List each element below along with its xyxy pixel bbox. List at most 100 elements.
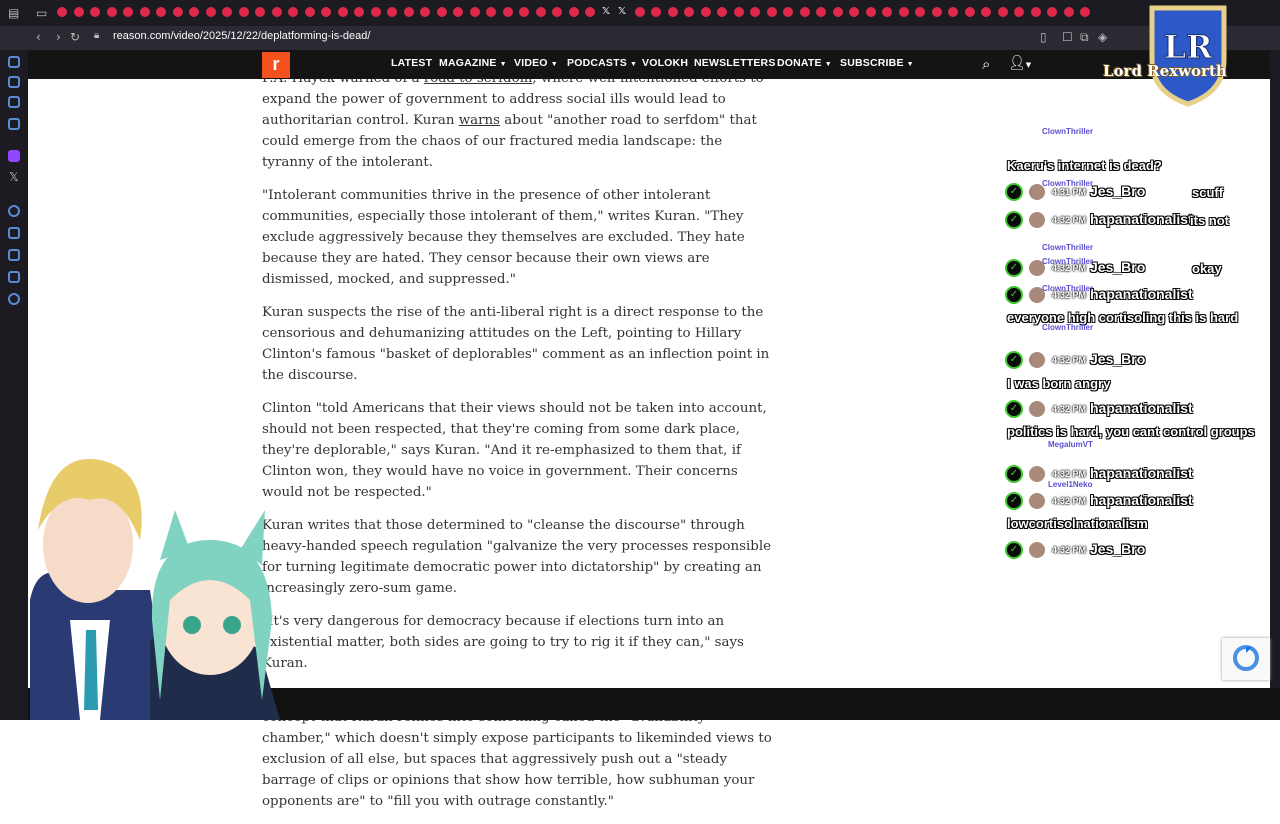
account-icon[interactable]: 👤︎▼ [1008, 55, 1031, 71]
pinned-tab-icon[interactable] [453, 7, 463, 17]
pinned-tab-icon[interactable] [74, 7, 84, 17]
pinned-tab-icon[interactable] [948, 7, 958, 17]
pinned-tab-icon[interactable] [206, 7, 216, 17]
nav-podcasts[interactable]: PODCASTS ▼ [567, 57, 637, 69]
pinned-tab-icon[interactable] [965, 7, 975, 17]
sidebar-x-icon[interactable]: 𝕏 [9, 170, 19, 184]
nav-newsletters[interactable]: NEWSLETTERS [694, 57, 776, 69]
pinned-tab-icon[interactable] [387, 7, 397, 17]
nav-video[interactable]: VIDEO ▼ [514, 57, 558, 69]
pinned-tab-icon[interactable] [932, 7, 942, 17]
pinned-tab-icon[interactable] [255, 7, 265, 17]
sidebar-tool-icon[interactable] [8, 205, 20, 217]
chat-username[interactable]: hapanationalist [1090, 286, 1193, 302]
sidebar-user-icon[interactable] [8, 76, 20, 88]
pinned-tab-icon[interactable] [288, 7, 298, 17]
x-tab-icon[interactable]: 𝕏 [602, 6, 612, 17]
pinned-tab-icon[interactable] [816, 7, 826, 17]
pinned-tab-icon[interactable] [404, 7, 414, 17]
pinned-tab-icon[interactable] [57, 7, 67, 17]
pinned-tab-icon[interactable] [486, 7, 496, 17]
pinned-tab-icon[interactable] [1064, 7, 1074, 17]
chat-username[interactable]: Jes_Bro [1090, 541, 1145, 557]
pinned-tab-icon[interactable] [536, 7, 546, 17]
pinned-tab-icon[interactable] [734, 7, 744, 17]
sidebar-play-icon[interactable] [8, 227, 20, 239]
nav-magazine[interactable]: MAGAZINE ▼ [439, 57, 507, 69]
reload-icon[interactable]: ↻ [70, 30, 80, 44]
pinned-tab-icon[interactable] [783, 7, 793, 17]
recaptcha-badge[interactable] [1222, 638, 1270, 680]
nav-donate[interactable]: DONATE ▼ [777, 57, 832, 69]
pinned-tab-icon[interactable] [420, 7, 430, 17]
url-field[interactable]: reason.com/video/2025/12/22/deplatformin… [113, 30, 370, 42]
pinned-tab-icon[interactable] [470, 7, 480, 17]
pinned-tab-icon[interactable] [156, 7, 166, 17]
pinned-tab-icon[interactable] [866, 7, 876, 17]
pinned-tab-icon[interactable] [717, 7, 727, 17]
pinned-tab-icon[interactable] [800, 7, 810, 17]
pinned-tab-icon[interactable] [239, 7, 249, 17]
nav-latest[interactable]: LATEST [391, 57, 432, 69]
sidebar-mail-icon[interactable] [8, 96, 20, 108]
pinned-tab-icon[interactable] [503, 7, 513, 17]
chat-username[interactable]: Jes_Bro [1090, 183, 1145, 199]
pinned-tab-icon[interactable] [90, 7, 100, 17]
nav-volokh[interactable]: VOLOKH [642, 57, 688, 69]
reader-icon[interactable]: ▯ [1040, 30, 1047, 44]
sidebar-home-icon[interactable] [8, 56, 20, 68]
chat-username[interactable]: hapanationalist [1090, 465, 1193, 481]
pinned-tab-icon[interactable] [140, 7, 150, 17]
reason-logo[interactable]: r [262, 52, 290, 78]
pinned-tab-icon[interactable] [1014, 7, 1024, 17]
pinned-tab-icon[interactable] [272, 7, 282, 17]
sidebar-ext-icon[interactable] [8, 271, 20, 283]
sidebar-twitch-icon[interactable] [8, 150, 20, 162]
pinned-tab-icon[interactable] [899, 7, 909, 17]
pinned-tab-icon[interactable] [701, 7, 711, 17]
pinned-tab-icon[interactable] [1080, 7, 1090, 17]
pinned-tab-icon[interactable] [173, 7, 183, 17]
bookmark-icon[interactable]: ☐ [1062, 30, 1073, 44]
pinned-tab-icon[interactable] [981, 7, 991, 17]
pinned-tab-icon[interactable] [371, 7, 381, 17]
scrollbar-track[interactable] [1270, 50, 1280, 720]
sidebar-app-icon[interactable] [8, 118, 20, 130]
shield-icon[interactable]: ◈ [1098, 30, 1107, 44]
pinned-tab-icon[interactable] [882, 7, 892, 17]
chat-username[interactable]: hapanationalist [1090, 400, 1193, 416]
pinned-tab-icon[interactable] [338, 7, 348, 17]
x-tab-icon[interactable]: 𝕏 [618, 6, 628, 17]
pinned-tab-icon[interactable] [750, 7, 760, 17]
pinned-tab-icon[interactable] [354, 7, 364, 17]
pinned-tab-icon[interactable] [1031, 7, 1041, 17]
pinned-tab-icon[interactable] [635, 7, 645, 17]
pinned-tab-icon[interactable] [849, 7, 859, 17]
search-icon[interactable]: ⌕ [982, 55, 990, 73]
pinned-tab-icon[interactable] [305, 7, 315, 17]
chat-username[interactable]: hapanationalist [1090, 492, 1193, 508]
pinned-tab-icon[interactable] [668, 7, 678, 17]
pinned-tab-icon[interactable] [437, 7, 447, 17]
pinned-tab-icon[interactable] [585, 7, 595, 17]
pinned-tab-icon[interactable] [107, 7, 117, 17]
chat-username[interactable]: Jes_Bro [1090, 259, 1145, 275]
window-icon[interactable]: ▤ [8, 6, 19, 20]
chat-username[interactable]: hapanationalist [1090, 211, 1193, 227]
screenshot-icon[interactable]: ⧉ [1080, 30, 1089, 45]
warns-link[interactable]: warns [459, 113, 500, 128]
pinned-tab-icon[interactable] [123, 7, 133, 17]
pinned-tab-icon[interactable] [915, 7, 925, 17]
pinned-tab-icon[interactable] [222, 7, 232, 17]
pinned-tab-icon[interactable] [321, 7, 331, 17]
pinned-tab-icon[interactable] [651, 7, 661, 17]
tab-list-icon[interactable]: ▭ [36, 6, 47, 20]
pinned-tab-icon[interactable] [767, 7, 777, 17]
pinned-tab-icon[interactable] [998, 7, 1008, 17]
forward-icon[interactable]: › [56, 30, 61, 44]
pinned-tab-icon[interactable] [569, 7, 579, 17]
back-icon[interactable]: ‹ [36, 30, 41, 44]
pinned-tab-icon[interactable] [519, 7, 529, 17]
pinned-tab-icon[interactable] [552, 7, 562, 17]
pinned-tab-icon[interactable] [684, 7, 694, 17]
